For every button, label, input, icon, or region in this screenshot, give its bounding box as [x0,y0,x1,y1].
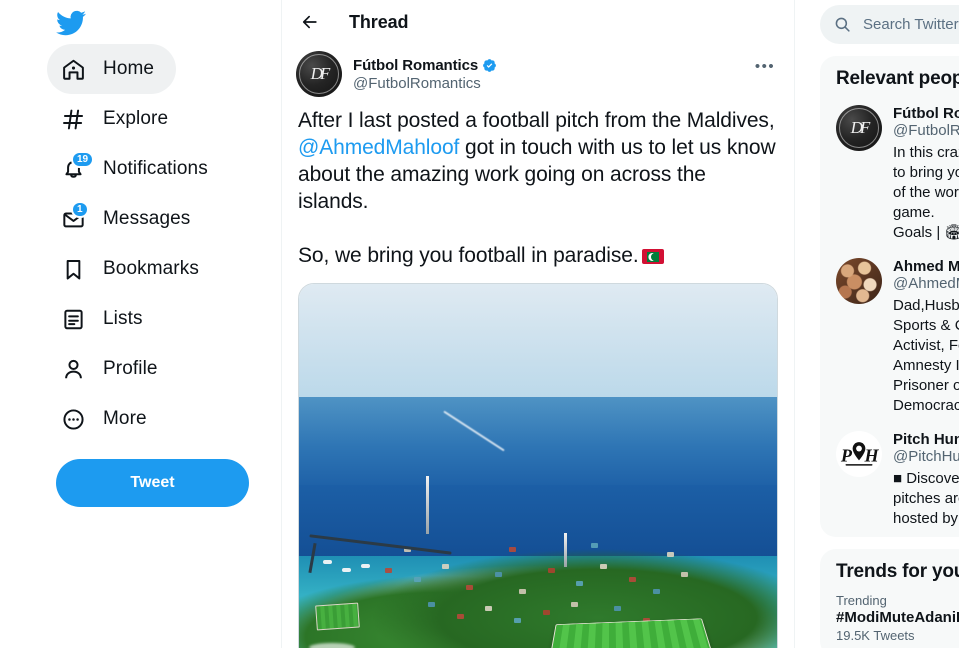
sidebar-item-label: Notifications [103,158,208,179]
photo-comm-tower [425,476,429,535]
bookmark-icon [60,256,86,282]
tweet-author-row: DF Fútbol Romantics @FutbolRomantics ••• [282,44,794,97]
avatar[interactable]: DF [836,105,882,151]
more-horizontal-icon[interactable]: ••• [750,51,780,81]
trend-name[interactable]: #ModiMuteAdaniLoot [836,609,959,626]
person-icon [60,356,86,382]
mention-link[interactable]: @AhmedMahloof [298,136,459,159]
trend-kicker: Trending [836,593,887,608]
messages-badge: 1 [71,201,89,218]
sidebar-item-explore[interactable]: Explore [47,94,190,144]
photo-boat [322,559,332,564]
list-item[interactable]: Trending #ModiMuteAdaniLoot 19.5K Tweets [820,587,959,648]
crest-monogram: DF [310,64,331,83]
relevant-people-card: Relevant people DF Fútbol Romantics @Fut… [820,56,959,537]
person-meta: Pitch Hunters @PitchHunters ■ Discoverin… [893,431,959,529]
pitch-hunters-pin-icon: P H [840,442,879,466]
hash-icon [60,106,86,132]
person-name[interactable]: Ahmed Mahloof [893,258,959,275]
person-handle: @FutbolRomantics [893,122,959,139]
sidebar-item-label: Home [103,58,155,79]
person-bio: Dad,Husband,Politician, Sports & Communi… [893,297,959,414]
page-title: Thread [349,11,409,32]
search-bar[interactable] [820,5,959,44]
list-item[interactable]: P H Pitch Hunters @PitchHunters ■ Discov… [820,420,959,533]
notifications-badge: 19 [71,151,95,168]
avatar[interactable]: DF [296,51,342,97]
sidebar-item-label: Profile [103,358,158,379]
tweet-text-before-mention: After I last posted a football pitch fro… [298,109,775,132]
more-circle-icon [60,406,86,432]
tweet-text: After I last posted a football pitch fro… [282,97,794,269]
sidebar-item-profile[interactable]: Profile [47,344,180,394]
tweet-button[interactable]: Tweet [56,459,249,507]
sidebar-item-label: More [103,408,147,429]
person-bio: In this crazy world we want to bring you… [893,144,959,241]
photo-surf [308,643,355,648]
list-icon [60,306,86,332]
author-display-name[interactable]: Fútbol Romantics [353,57,478,74]
search-input[interactable] [863,16,959,33]
author-handle: @FutbolRomantics [353,74,481,92]
twitter-app: Home Explore 19 Notifications 1 Messages… [0,0,960,648]
svg-text:H: H [863,445,879,465]
twitter-logo-link[interactable] [0,2,281,44]
avatar[interactable]: P H [836,431,882,477]
svg-text:P: P [840,445,853,465]
envelope-icon: 1 [60,201,89,232]
photo-comm-tower [564,532,568,567]
person-bio: ■ Discovering football pitches around th… [893,470,959,527]
verified-badge-icon [483,58,496,72]
person-name[interactable]: Fútbol Romantics [893,105,959,122]
sidebar-item-messages[interactable]: 1 Messages [47,194,212,244]
sidebar-item-home[interactable]: Home [47,44,177,94]
photo-boat [361,564,371,569]
sidebar-item-label: Explore [103,108,169,129]
person-name[interactable]: Pitch Hunters [893,431,959,448]
avatar[interactable] [836,258,882,304]
bell-icon: 19 [60,151,95,182]
photo-football-pitch [546,618,718,648]
sidebar-item-label: Lists [103,308,143,329]
main-column: Thread DF Fútbol Romantics @FutbolRomant… [281,0,795,648]
sidebar-item-more[interactable]: More [47,394,169,444]
list-item[interactable]: DF Fútbol Romantics @FutbolRomantics In … [820,94,959,247]
person-handle: @PitchHunters [893,448,959,465]
trend-count: 19.5K Tweets [836,628,915,643]
twitter-bird-icon [56,10,86,36]
left-sidebar: Home Explore 19 Notifications 1 Messages… [0,0,281,648]
sidebar-item-notifications[interactable]: 19 Notifications [47,144,230,194]
person-handle: @AhmedMahloof [893,275,959,292]
relevant-people-title: Relevant people [836,68,959,89]
person-meta: Fútbol Romantics @FutbolRomantics In thi… [893,105,959,243]
author-names: Fútbol Romantics @FutbolRomantics [353,51,497,97]
person-meta: Ahmed Mahloof @AhmedMahloof Dad,Husband,… [893,258,959,416]
photo-village-houses [299,284,777,648]
sidebar-item-bookmarks[interactable]: Bookmarks [47,244,221,294]
sidebar-item-label: Bookmarks [103,258,199,279]
tweet-paragraph-2: So, we bring you football in paradise. [298,242,778,269]
photo-boat [342,568,352,573]
tweet-media-photo[interactable] [298,283,778,648]
sidebar-item-label: Messages [103,208,191,229]
right-sidebar: Relevant people DF Fútbol Romantics @Fut… [795,0,959,648]
tweet-paragraph-2-text: So, we bring you football in paradise. [298,244,639,267]
sidebar-nav: Home Explore 19 Notifications 1 Messages… [0,44,281,444]
photo-small-pitch [314,602,360,631]
home-icon [60,56,86,82]
trends-title: Trends for you [836,561,959,582]
author-name-row: Fútbol Romantics [353,57,497,74]
search-icon [834,16,851,33]
trends-card: Trends for you Trending #ModiMuteAdaniLo… [820,549,959,648]
thread-header: Thread [282,0,794,44]
tweet-paragraph-1: After I last posted a football pitch fro… [298,107,778,215]
arrow-left-icon[interactable] [299,11,321,33]
crest-monogram: DF [850,118,871,137]
maldives-flag-icon [641,249,664,264]
list-item[interactable]: Ahmed Mahloof @AhmedMahloof Dad,Husband,… [820,247,959,420]
sidebar-item-lists[interactable]: Lists [47,294,165,344]
